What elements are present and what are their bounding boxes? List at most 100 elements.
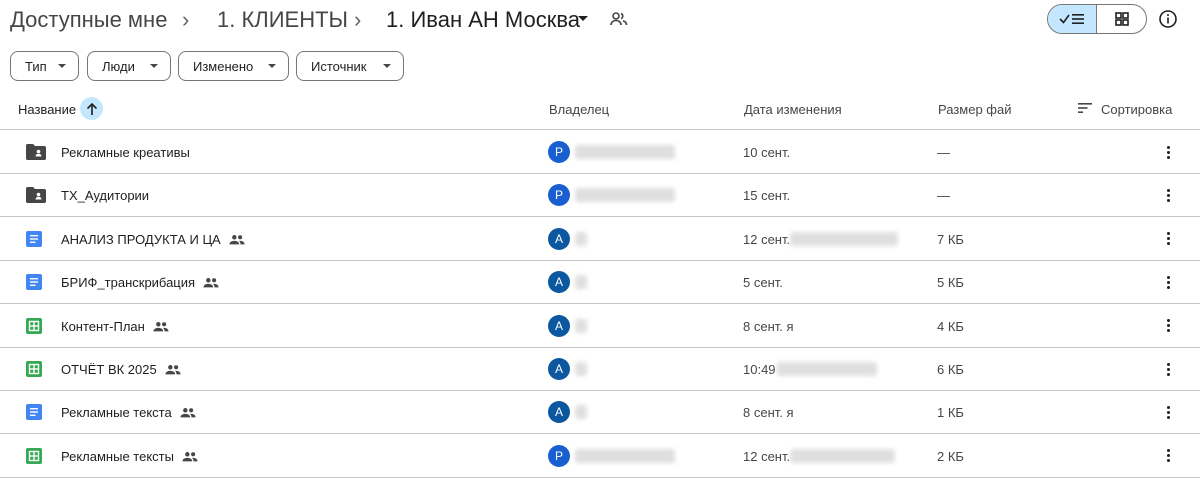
modified-by-redacted — [790, 231, 898, 246]
table-row[interactable]: Контент-План A 8 сент. я 4 КБ — [0, 305, 1200, 348]
file-name-text: ОТЧЁТ ВК 2025 — [61, 362, 157, 377]
owner-name-redacted — [575, 145, 675, 159]
file-name[interactable]: ОТЧЁТ ВК 2025 — [61, 362, 181, 377]
table-row[interactable]: Рекламные текста A 8 сент. я 1 КБ — [0, 391, 1200, 435]
more-vert-icon[interactable] — [1160, 316, 1176, 336]
column-size[interactable]: Размер фай — [938, 102, 1011, 117]
file-size: 2 КБ — [937, 448, 964, 464]
more-vert-icon[interactable] — [1160, 359, 1176, 379]
people-icon — [153, 321, 169, 332]
avatar[interactable]: P — [548, 184, 570, 207]
dropdown-caret-icon[interactable] — [578, 16, 588, 21]
modified-date: 12 сент. — [743, 231, 791, 247]
table-row[interactable]: Рекламные тексты P 12 сент. 2 КБ — [0, 435, 1200, 478]
file-name-text: TX_Аудитории — [61, 188, 150, 204]
file-name[interactable]: Рекламные текста — [61, 405, 196, 420]
modified-date: 8 сент. я — [743, 318, 794, 334]
owner-name-redacted — [575, 318, 587, 333]
google-docs-icon — [26, 231, 42, 247]
file-name[interactable]: Рекламные тексты — [61, 449, 198, 464]
file-name-text: БРИФ_транскрибация — [61, 275, 196, 291]
table-header: Название Владелец Дата изменения Размер … — [0, 92, 1200, 130]
dropdown-arrow-icon — [58, 64, 66, 68]
modified-date: 8 сент. я — [743, 405, 794, 421]
file-name[interactable]: Рекламные креативы — [61, 145, 190, 160]
more-vert-icon[interactable] — [1160, 446, 1176, 466]
people-icon — [203, 277, 219, 288]
owner-name-redacted — [575, 275, 587, 290]
people-icon[interactable] — [610, 11, 628, 27]
more-vert-icon[interactable] — [1160, 272, 1176, 292]
file-name-text: Контент-План — [61, 318, 145, 334]
info-icon[interactable] — [1158, 9, 1178, 29]
filter-modified[interactable]: Изменено — [178, 51, 289, 81]
sort-ascending-button[interactable] — [80, 97, 103, 120]
table-row[interactable]: TX_Аудитории P 15 сент. — — [0, 174, 1200, 218]
dropdown-arrow-icon — [268, 64, 276, 68]
header: Доступные мне › 1. КЛИЕНТЫ › 1. Иван АН … — [0, 0, 1200, 40]
avatar[interactable]: A — [548, 271, 570, 294]
modified-date: 12 сент. — [743, 448, 791, 464]
more-vert-icon[interactable] — [1160, 185, 1176, 205]
people-icon — [229, 234, 245, 245]
modified-date: 10:49 — [743, 362, 776, 377]
column-name[interactable]: Название — [18, 102, 76, 117]
filter-modified-label: Изменено — [193, 58, 254, 74]
modified-date: 15 сент. — [743, 188, 791, 204]
file-size: 7 КБ — [937, 231, 964, 247]
google-sheets-icon — [26, 318, 42, 334]
owner-name-redacted — [575, 448, 675, 463]
sort-label[interactable]: Сортировка — [1101, 102, 1172, 117]
column-modified[interactable]: Дата изменения — [744, 102, 842, 117]
file-size: 6 КБ — [937, 362, 964, 377]
avatar[interactable]: A — [548, 314, 570, 337]
modified-by-redacted — [777, 362, 877, 376]
file-size: 4 КБ — [937, 318, 964, 334]
avatar[interactable]: A — [548, 401, 570, 424]
avatar[interactable]: P — [548, 444, 570, 467]
list-view-button[interactable] — [1048, 5, 1098, 33]
filter-people[interactable]: Люди — [87, 51, 171, 81]
file-name-text: АНАЛИЗ ПРОДУКТА И ЦА — [61, 231, 221, 247]
google-docs-icon — [26, 274, 42, 290]
breadcrumb-parent[interactable]: 1. КЛИЕНТЫ — [217, 6, 348, 34]
avatar[interactable]: A — [548, 358, 570, 380]
file-name-text: Рекламные креативы — [61, 145, 190, 160]
more-vert-icon[interactable] — [1160, 229, 1176, 249]
avatar[interactable]: A — [548, 227, 570, 250]
dropdown-arrow-icon — [383, 64, 391, 68]
file-name[interactable]: Контент-План — [61, 319, 169, 334]
table-row[interactable]: ОТЧЁТ ВК 2025 A 10:49 6 КБ — [0, 348, 1200, 391]
file-name[interactable]: АНАЛИЗ ПРОДУКТА И ЦА — [61, 232, 245, 247]
table-row[interactable]: БРИФ_транскрибация A 5 сент. 5 КБ — [0, 261, 1200, 305]
table-row[interactable]: Рекламные креативы P 10 сент. — — [0, 131, 1200, 174]
shared-folder-icon — [26, 187, 46, 203]
more-vert-icon[interactable] — [1160, 142, 1176, 162]
arrow-up-icon — [86, 102, 97, 115]
grid-icon — [1114, 12, 1129, 26]
google-sheets-icon — [26, 448, 42, 464]
sort-icon[interactable] — [1078, 102, 1092, 114]
file-name[interactable]: TX_Аудитории — [61, 188, 149, 203]
owner-name-redacted — [575, 188, 675, 203]
file-name-text: Рекламные тексты — [61, 448, 174, 464]
more-vert-icon[interactable] — [1160, 402, 1176, 422]
breadcrumb-root[interactable]: Доступные мне — [10, 6, 167, 34]
grid-view-button[interactable] — [1097, 5, 1146, 33]
shared-folder-icon — [26, 144, 46, 160]
filter-source[interactable]: Источник — [296, 51, 404, 81]
file-name[interactable]: БРИФ_транскрибация — [61, 275, 219, 290]
file-size: 5 КБ — [937, 275, 964, 291]
filter-type-label: Тип — [25, 58, 47, 74]
dropdown-arrow-icon — [150, 64, 158, 68]
breadcrumb-current[interactable]: 1. Иван АН Москва — [386, 6, 580, 34]
file-name-text: Рекламные текста — [61, 405, 172, 421]
modified-date: 5 сент. — [743, 275, 783, 291]
column-owner[interactable]: Владелец — [549, 102, 609, 117]
table-row[interactable]: АНАЛИЗ ПРОДУКТА И ЦА A 12 сент. 7 КБ — [0, 218, 1200, 261]
filter-type[interactable]: Тип — [10, 51, 79, 81]
modified-date: 10 сент. — [743, 145, 791, 160]
avatar[interactable]: P — [548, 141, 570, 163]
chevron-right-icon: › — [354, 7, 362, 32]
owner-name-redacted — [575, 405, 587, 420]
